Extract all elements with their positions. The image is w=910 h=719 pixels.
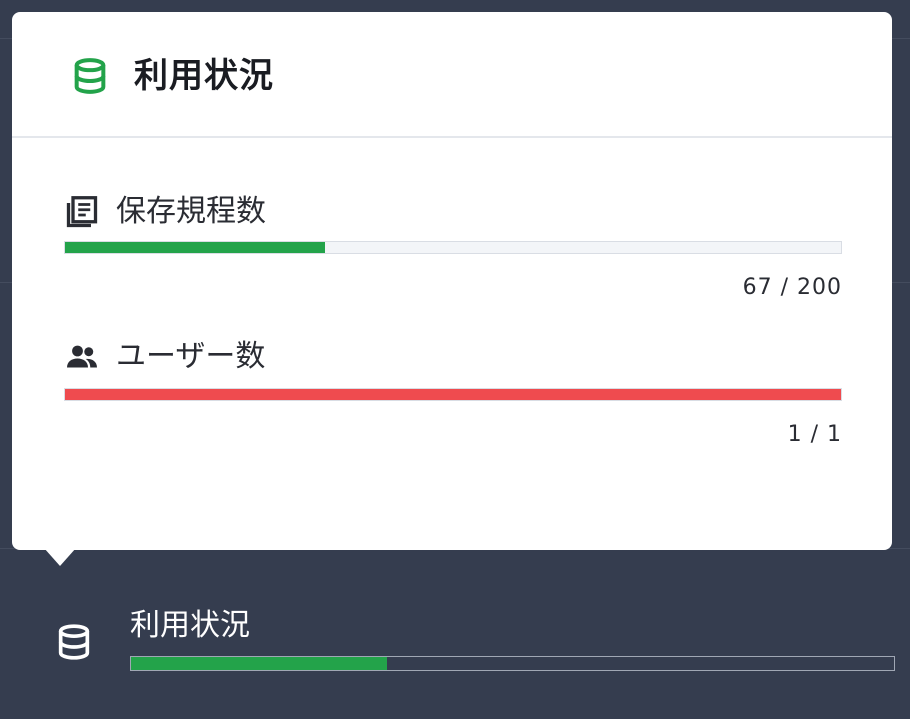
users-icon — [67, 345, 97, 368]
popover-title: 利用状況 — [134, 56, 274, 96]
stat-users-progress-fill — [65, 389, 841, 400]
sidebar-usage-progress-bar — [130, 656, 895, 671]
stat-users-progress-bar — [64, 388, 842, 401]
sidebar-usage-progress-fill — [131, 657, 387, 670]
popover-header: 利用状況 — [12, 12, 892, 138]
sidebar-usage-label: 利用状況 — [130, 608, 250, 643]
stat-regulations-progress-bar — [64, 241, 842, 254]
stat-regulations-label: 保存規程数 — [116, 194, 266, 229]
document-list-icon — [66, 196, 98, 228]
usage-screen: { "colors": { "accent_green": "#23a34a",… — [0, 0, 910, 719]
usage-popover: 利用状況 保存規程数 67 / 200 ユーザー数 1 / 1 — [12, 12, 892, 550]
database-icon — [58, 624, 90, 660]
popover-arrow — [44, 548, 76, 566]
stat-users-count: 1 / 1 — [787, 422, 842, 447]
stat-users-label: ユーザー数 — [116, 339, 266, 374]
stat-regulations-count: 67 / 200 — [742, 275, 842, 300]
stat-regulations-progress-fill — [65, 242, 325, 253]
database-icon — [74, 58, 106, 94]
sidebar-usage-item[interactable]: 利用状況 — [0, 590, 910, 690]
